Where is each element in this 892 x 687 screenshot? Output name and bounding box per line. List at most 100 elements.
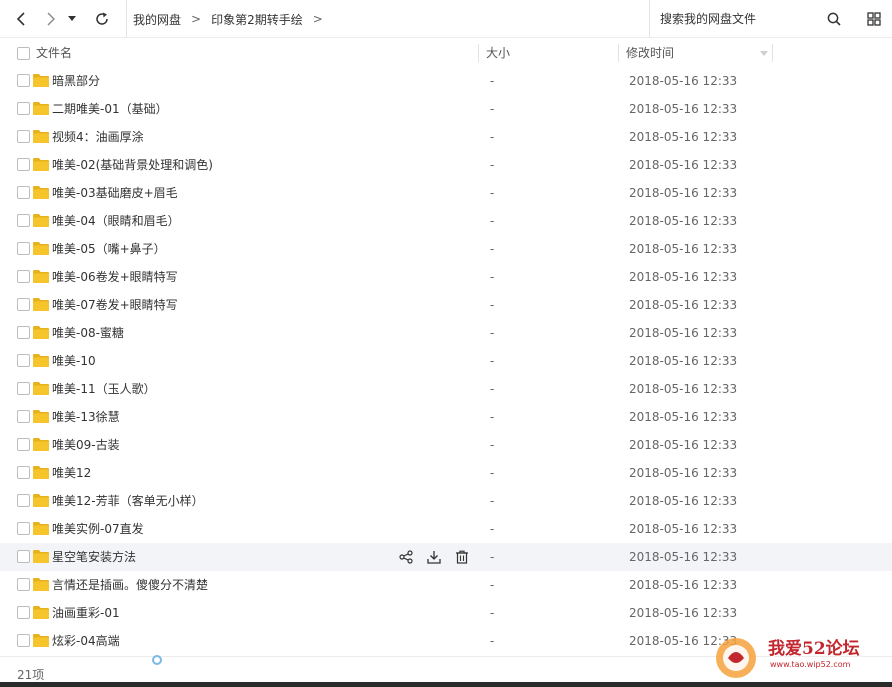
file-name[interactable]: 唯美12-芳菲（客单无小样）	[52, 487, 204, 515]
select-all-checkbox[interactable]	[17, 47, 30, 60]
row-checkbox[interactable]	[17, 438, 30, 451]
file-row[interactable]: 唯美12 - 2018-05-16 12:33	[0, 459, 892, 487]
file-name[interactable]: 唯美09-古装	[52, 431, 120, 459]
file-name[interactable]: 唯美实例-07直发	[52, 515, 144, 543]
file-size: -	[490, 522, 495, 536]
file-name[interactable]: 唯美-10	[52, 347, 96, 375]
refresh-button[interactable]	[92, 9, 112, 29]
file-row[interactable]: 唯美-06卷发+眼睛特写 - 2018-05-16 12:33	[0, 263, 892, 291]
file-name[interactable]: 唯美-06卷发+眼睛特写	[52, 263, 178, 291]
file-row[interactable]: 唯美-02(基础背景处理和调色) - 2018-05-16 12:33	[0, 151, 892, 179]
history-dropdown-button[interactable]	[65, 9, 79, 29]
file-size: -	[490, 606, 495, 620]
file-row[interactable]: 唯美-11（玉人歌） - 2018-05-16 12:33	[0, 375, 892, 403]
file-row[interactable]: 星空笔安装方法 - 2018-05-16 12:33	[0, 543, 892, 571]
file-row[interactable]: 唯美09-古装 - 2018-05-16 12:33	[0, 431, 892, 459]
file-row[interactable]: 唯美实例-07直发 - 2018-05-16 12:33	[0, 515, 892, 543]
forward-icon	[47, 12, 55, 26]
share-button[interactable]	[397, 548, 415, 566]
row-checkbox[interactable]	[17, 466, 30, 479]
file-row[interactable]: 唯美-10 - 2018-05-16 12:33	[0, 347, 892, 375]
file-row[interactable]: 油画重彩-01 - 2018-05-16 12:33	[0, 599, 892, 627]
item-count: 21项	[17, 668, 45, 682]
row-checkbox[interactable]	[17, 74, 30, 87]
row-checkbox[interactable]	[17, 494, 30, 507]
file-name[interactable]: 唯美-03基础磨皮+眉毛	[52, 179, 178, 207]
folder-icon	[33, 325, 49, 339]
file-name[interactable]: 唯美-02(基础背景处理和调色)	[52, 151, 213, 179]
file-name[interactable]: 唯美-08-蜜糖	[52, 319, 124, 347]
column-header-size[interactable]: 大小	[486, 40, 510, 67]
file-list-header: 文件名 大小 修改时间	[0, 40, 892, 67]
view-mode-button[interactable]	[864, 9, 884, 29]
file-name[interactable]: 星空笔安装方法	[52, 543, 136, 571]
file-name[interactable]: 视频4：油画厚涂	[52, 123, 144, 151]
file-row[interactable]: 暗黑部分 - 2018-05-16 12:33	[0, 67, 892, 95]
file-size: -	[490, 130, 495, 144]
file-row[interactable]: 二期唯美-01（基础） - 2018-05-16 12:33	[0, 95, 892, 123]
row-checkbox[interactable]	[17, 102, 30, 115]
file-name[interactable]: 唯美-11（玉人歌）	[52, 375, 156, 403]
search-icon	[827, 12, 841, 26]
row-checkbox[interactable]	[17, 242, 30, 255]
file-name[interactable]: 唯美-07卷发+眼睛特写	[52, 291, 178, 319]
file-name[interactable]: 暗黑部分	[52, 67, 100, 95]
watermark-url: www.tao.wip52.com	[770, 660, 851, 669]
file-row[interactable]: 唯美-13徐慧 - 2018-05-16 12:33	[0, 403, 892, 431]
file-name[interactable]: 唯美-05（嘴+鼻子）	[52, 235, 166, 263]
column-divider[interactable]	[618, 44, 619, 62]
file-name[interactable]: 炫彩-04高端	[52, 627, 120, 655]
download-button[interactable]	[425, 548, 443, 566]
file-name[interactable]: 言情还是插画。傻傻分不清楚	[52, 571, 208, 599]
row-checkbox[interactable]	[17, 382, 30, 395]
column-header-modified[interactable]: 修改时间	[626, 40, 674, 67]
folder-icon	[33, 381, 49, 395]
search-button[interactable]	[824, 9, 844, 29]
row-checkbox[interactable]	[17, 158, 30, 171]
file-name[interactable]: 二期唯美-01（基础）	[52, 95, 168, 123]
row-checkbox[interactable]	[17, 214, 30, 227]
row-checkbox[interactable]	[17, 550, 30, 563]
row-checkbox[interactable]	[17, 130, 30, 143]
file-modified-time: 2018-05-16 12:33	[629, 298, 738, 312]
file-row[interactable]: 唯美-07卷发+眼睛特写 - 2018-05-16 12:33	[0, 291, 892, 319]
file-name[interactable]: 唯美-04（眼睛和眉毛）	[52, 207, 180, 235]
file-row[interactable]: 唯美-04（眼睛和眉毛） - 2018-05-16 12:33	[0, 207, 892, 235]
column-divider[interactable]	[478, 44, 479, 62]
file-size: -	[490, 410, 495, 424]
folder-icon	[33, 101, 49, 115]
search-input[interactable]	[660, 12, 810, 26]
column-header-name[interactable]: 文件名	[36, 40, 72, 67]
forward-button[interactable]	[41, 9, 61, 29]
column-divider[interactable]	[772, 44, 773, 62]
row-checkbox[interactable]	[17, 298, 30, 311]
row-checkbox[interactable]	[17, 522, 30, 535]
row-checkbox[interactable]	[17, 410, 30, 423]
file-name[interactable]: 唯美12	[52, 459, 91, 487]
folder-icon	[33, 605, 49, 619]
row-checkbox[interactable]	[17, 634, 30, 647]
back-button[interactable]	[11, 9, 31, 29]
file-row[interactable]: 唯美-03基础磨皮+眉毛 - 2018-05-16 12:33	[0, 179, 892, 207]
file-row[interactable]: 唯美12-芳菲（客单无小样） - 2018-05-16 12:33	[0, 487, 892, 515]
delete-button[interactable]	[453, 548, 471, 566]
folder-icon	[33, 297, 49, 311]
file-name[interactable]: 唯美-13徐慧	[52, 403, 120, 431]
sort-caret-icon[interactable]	[760, 51, 768, 56]
file-row[interactable]: 唯美-08-蜜糖 - 2018-05-16 12:33	[0, 319, 892, 347]
row-checkbox[interactable]	[17, 186, 30, 199]
row-checkbox[interactable]	[17, 354, 30, 367]
folder-icon	[33, 353, 49, 367]
breadcrumb-item-my-drive[interactable]: 我的网盘	[133, 11, 181, 28]
row-checkbox[interactable]	[17, 326, 30, 339]
file-row[interactable]: 言情还是插画。傻傻分不清楚 - 2018-05-16 12:33	[0, 571, 892, 599]
file-size: -	[490, 438, 495, 452]
breadcrumb-item-current-folder[interactable]: 印象第2期转手绘	[211, 11, 303, 28]
file-name[interactable]: 油画重彩-01	[52, 599, 120, 627]
row-checkbox[interactable]	[17, 270, 30, 283]
file-row[interactable]: 视频4：油画厚涂 - 2018-05-16 12:33	[0, 123, 892, 151]
file-size: -	[490, 242, 495, 256]
row-checkbox[interactable]	[17, 606, 30, 619]
file-row[interactable]: 唯美-05（嘴+鼻子） - 2018-05-16 12:33	[0, 235, 892, 263]
row-checkbox[interactable]	[17, 578, 30, 591]
